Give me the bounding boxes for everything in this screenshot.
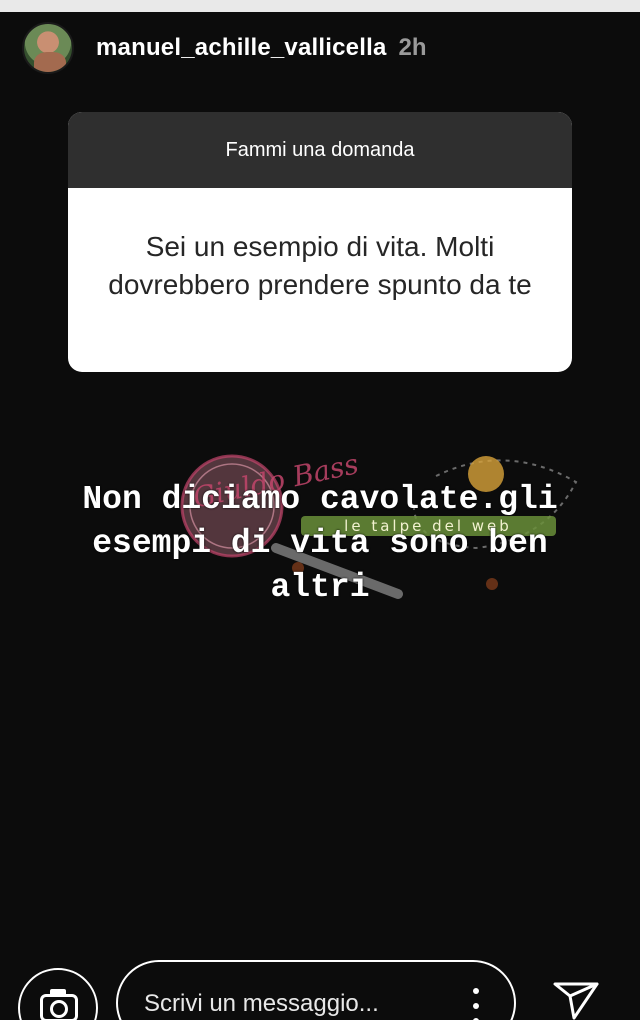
avatar-figure [34,52,66,72]
question-sticker-header: Fammi una domanda [68,112,572,188]
story-screen: manuel_achille_vallicella 2h Fammi una d… [0,0,640,1020]
avatar[interactable] [22,22,74,74]
camera-lens-icon [50,1000,68,1018]
question-sticker: Fammi una domanda Sei un esempio di vita… [68,112,572,372]
message-input[interactable]: Scrivi un messaggio... [116,960,516,1020]
reply-text-line: altri [270,569,370,606]
reply-text-line: Non diciamo cavolate.gli [82,481,558,518]
reply-text: Non diciamo cavolate.gli esempi di vita … [20,478,620,610]
message-input-placeholder: Scrivi un messaggio... [144,990,379,1017]
send-icon[interactable] [552,980,600,1020]
story-header: manuel_achille_vallicella 2h [22,22,427,74]
username[interactable]: manuel_achille_vallicella [96,34,387,62]
story-timestamp: 2h [398,34,427,61]
reply-bar: Scrivi un messaggio... [0,958,640,1020]
more-vertical-icon[interactable] [472,988,480,1020]
story-progress-bar [0,0,640,12]
question-sticker-text: Sei un esempio di vita. Molti dovrebbero… [108,231,532,300]
reply-text-line: esempi di vita sono ben [92,525,548,562]
camera-button[interactable] [18,968,98,1020]
